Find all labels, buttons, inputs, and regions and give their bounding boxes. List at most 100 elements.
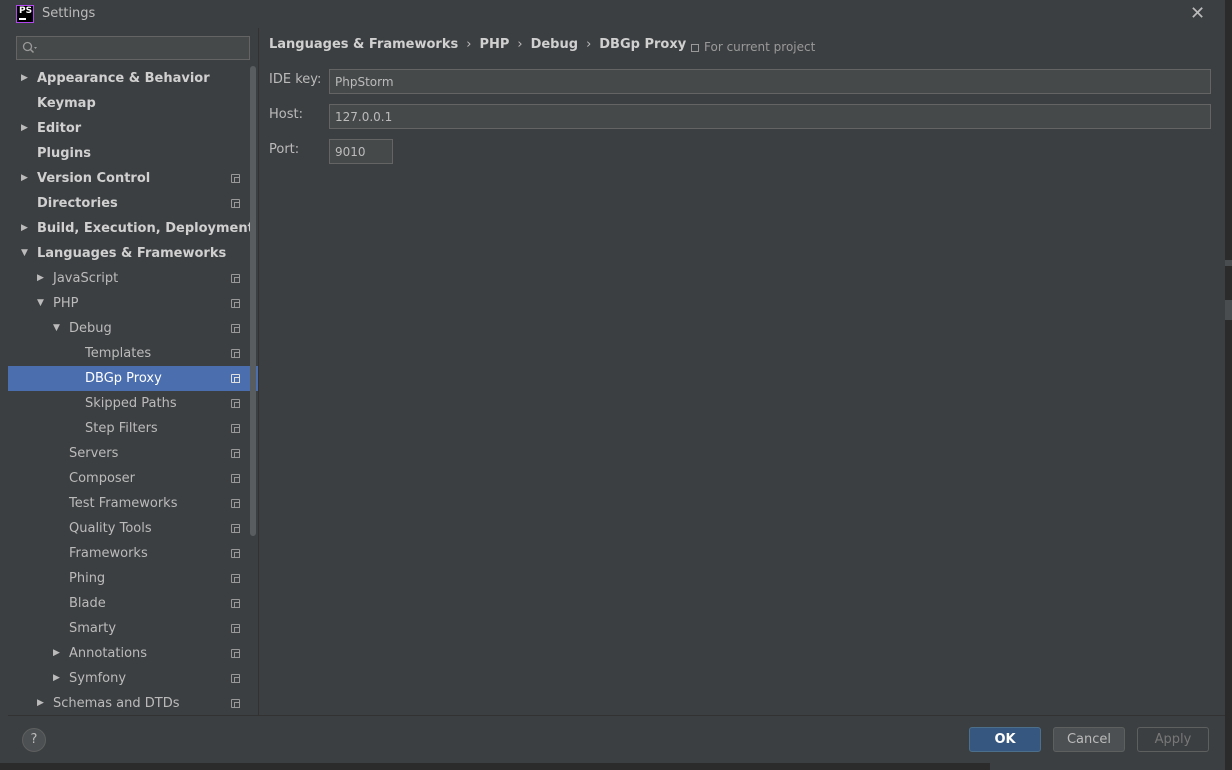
tree-item[interactable]: Quality Tools — [8, 516, 258, 541]
tree-item[interactable]: ▶ Schemas and DTDs — [8, 691, 258, 715]
expanded-arrow-icon[interactable]: ▼ — [21, 241, 31, 266]
tree-item[interactable]: ▶ Editor — [8, 116, 258, 141]
search-field[interactable] — [16, 36, 250, 60]
project-scope-icon — [231, 474, 240, 483]
breadcrumb-separator: › — [466, 37, 472, 52]
tree-item-label: Editor — [37, 121, 82, 136]
settings-tree-pane: ▶ Appearance & Behavior Keymap ▶ Editor Plugi… — [8, 28, 258, 715]
tree-item[interactable]: Smarty — [8, 616, 258, 641]
tree-item[interactable]: ▶ Build, Execution, Deployment — [8, 216, 258, 241]
tree-item-label: Symfony — [69, 671, 127, 686]
project-scope-icon — [231, 524, 240, 533]
breadcrumb-item: DBGp Proxy — [599, 37, 687, 52]
tree-item[interactable]: ▶ Version Control — [8, 166, 258, 191]
tree-item-label: Quality Tools — [69, 521, 152, 536]
project-scope-icon — [231, 574, 240, 583]
breadcrumb-separator: › — [517, 37, 523, 52]
apply-button[interactable]: Apply — [1137, 727, 1209, 752]
search-input[interactable] — [41, 39, 246, 57]
tree-item[interactable]: ▶ Symfony — [8, 666, 258, 691]
breadcrumb-item: Languages & Frameworks — [269, 37, 459, 52]
tree-item-label: Keymap — [37, 96, 96, 111]
tree-item-label: Skipped Paths — [85, 396, 177, 411]
breadcrumb-separator: › — [586, 37, 592, 52]
tree-item[interactable]: Directories — [8, 191, 258, 216]
tree-item-label: Blade — [69, 596, 106, 611]
tree-item-label: Frameworks — [69, 546, 148, 561]
background-edge — [0, 763, 990, 770]
tree-item-label: Plugins — [37, 146, 91, 161]
dialog-button-bar: ? OK Cancel Apply — [8, 715, 1225, 763]
project-scope-icon — [231, 449, 240, 458]
settings-tree: ▶ Appearance & Behavior Keymap ▶ Editor Plugi… — [8, 66, 258, 715]
host-label: Host: — [269, 107, 303, 122]
collapsed-arrow-icon[interactable]: ▶ — [21, 66, 31, 91]
tree-item[interactable]: Step Filters — [8, 416, 258, 441]
collapsed-arrow-icon[interactable]: ▶ — [53, 641, 63, 666]
tree-item[interactable]: Keymap — [8, 91, 258, 116]
breadcrumb-item: Debug — [530, 37, 579, 52]
expanded-arrow-icon[interactable]: ▼ — [37, 291, 47, 316]
tree-item-label: Build, Execution, Deployment — [37, 221, 254, 236]
tree-item[interactable]: ▼ Debug — [8, 316, 258, 341]
scope-note: For current project — [691, 40, 815, 54]
tree-item[interactable]: ▶ JavaScript — [8, 266, 258, 291]
collapsed-arrow-icon[interactable]: ▶ — [21, 166, 31, 191]
phpstorm-logo-icon: PS — [16, 5, 34, 23]
tree-item-label: Phing — [69, 571, 106, 586]
expanded-arrow-icon[interactable]: ▼ — [53, 316, 63, 341]
close-icon[interactable]: ✕ — [1190, 3, 1205, 24]
window-title: Settings — [42, 6, 96, 21]
tree-item[interactable]: Templates — [8, 341, 258, 366]
project-scope-icon — [231, 174, 240, 183]
tree-item[interactable]: Test Frameworks — [8, 491, 258, 516]
tree-item[interactable]: ▶ Annotations — [8, 641, 258, 666]
ok-button[interactable]: OK — [969, 727, 1041, 752]
tree-scrollbar[interactable] — [250, 66, 256, 536]
tree-item[interactable]: ▶ Appearance & Behavior — [8, 66, 258, 91]
tree-item[interactable]: Servers — [8, 441, 258, 466]
project-scope-icon — [231, 699, 240, 708]
port-input[interactable] — [329, 139, 393, 164]
tree-item-label: Schemas and DTDs — [53, 696, 180, 711]
tree-item-label: PHP — [53, 296, 79, 311]
project-scope-icon — [231, 199, 240, 208]
settings-content-pane: Languages & Frameworks › PHP › Debug › DBGp Pr… — [259, 28, 1225, 715]
project-scope-icon — [231, 374, 240, 383]
ide-key-input[interactable] — [329, 69, 1211, 94]
help-button[interactable]: ? — [22, 728, 46, 752]
project-scope-icon — [231, 549, 240, 558]
tree-item[interactable]: Phing — [8, 566, 258, 591]
host-input[interactable] — [329, 104, 1211, 129]
tree-item-label: Appearance & Behavior — [37, 71, 210, 86]
tree-item[interactable]: Frameworks — [8, 541, 258, 566]
project-scope-icon — [691, 44, 699, 52]
tree-item[interactable]: Composer — [8, 466, 258, 491]
collapsed-arrow-icon[interactable]: ▶ — [21, 116, 31, 141]
collapsed-arrow-icon[interactable]: ▶ — [37, 691, 47, 715]
collapsed-arrow-icon[interactable]: ▶ — [53, 666, 63, 691]
tree-item[interactable]: DBGp Proxy — [8, 366, 258, 391]
tree-item-label: Debug — [69, 321, 112, 336]
tree-item[interactable]: Blade — [8, 591, 258, 616]
collapsed-arrow-icon[interactable]: ▶ — [21, 216, 31, 241]
settings-dialog: PS Settings ✕ ▶ Appearance & Behavior Keym… — [0, 0, 1232, 770]
background-edge — [1225, 0, 1232, 770]
tree-item-label: Annotations — [69, 646, 148, 661]
project-scope-icon — [231, 624, 240, 633]
project-scope-icon — [231, 599, 240, 608]
breadcrumb: Languages & Frameworks › PHP › Debug › DBGp Pr… — [269, 37, 686, 52]
project-scope-icon — [231, 649, 240, 658]
scope-note-text: For current project — [704, 40, 816, 54]
project-scope-icon — [231, 299, 240, 308]
project-scope-icon — [231, 499, 240, 508]
tree-item[interactable]: ▼ Languages & Frameworks — [8, 241, 258, 266]
project-scope-icon — [231, 399, 240, 408]
tree-item[interactable]: ▼ PHP — [8, 291, 258, 316]
tree-item[interactable]: Plugins — [8, 141, 258, 166]
search-icon — [22, 41, 37, 54]
project-scope-icon — [231, 274, 240, 283]
cancel-button[interactable]: Cancel — [1053, 727, 1125, 752]
tree-item[interactable]: Skipped Paths — [8, 391, 258, 416]
collapsed-arrow-icon[interactable]: ▶ — [37, 266, 47, 291]
